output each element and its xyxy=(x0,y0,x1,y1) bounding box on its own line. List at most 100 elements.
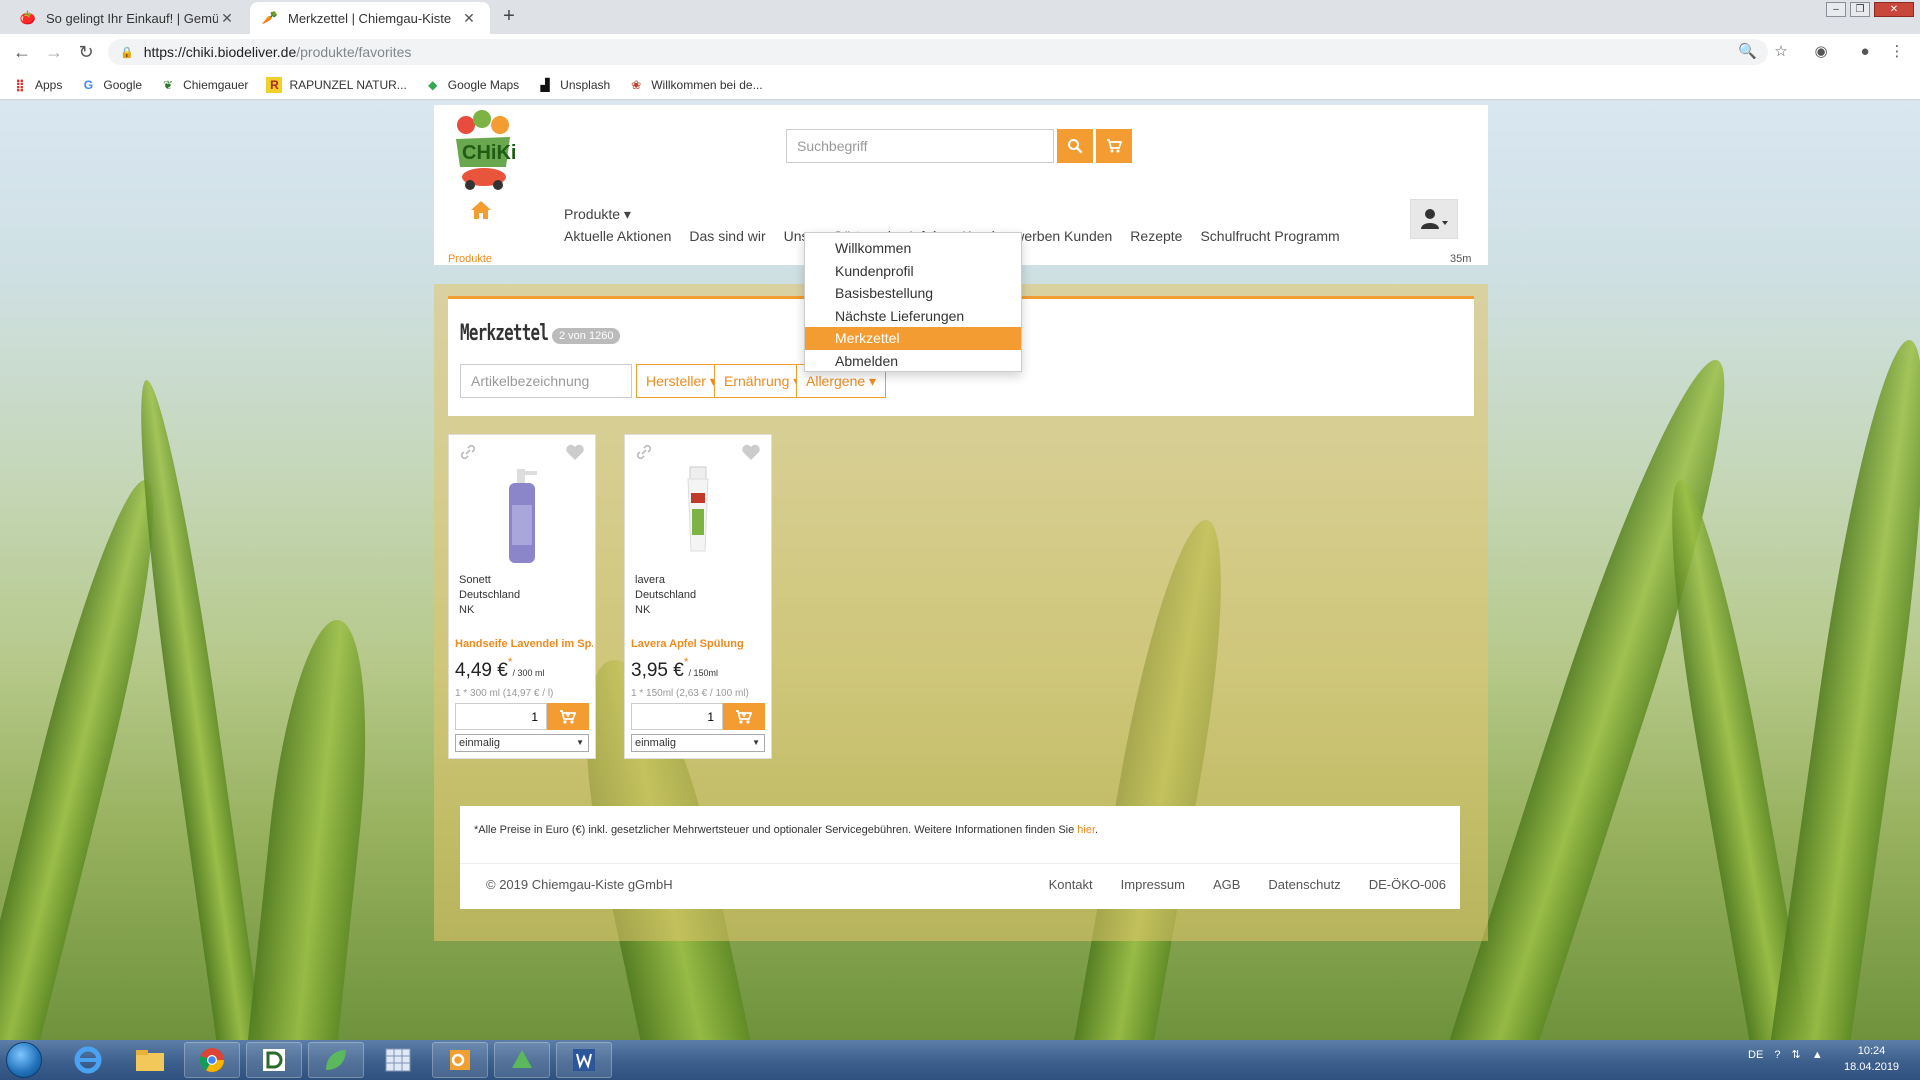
nav-rezepte[interactable]: Rezepte xyxy=(1130,228,1182,244)
product-manufacturer: lavera Deutschland NK xyxy=(635,573,696,618)
zoom-icon[interactable]: 🔍 xyxy=(1738,43,1757,61)
footer-link-impressum[interactable]: Impressum xyxy=(1121,877,1185,892)
restore-window-icon[interactable]: ❐ xyxy=(1850,2,1870,17)
user-menu-merkzettel[interactable]: Merkzettel xyxy=(805,327,1021,350)
system-tray: DE ? ⇅ ▲ xyxy=(1748,1048,1823,1061)
back-arrow-icon[interactable]: ← xyxy=(10,40,34,64)
quantity-input[interactable] xyxy=(455,703,547,730)
heart-icon[interactable] xyxy=(741,443,761,461)
add-to-cart-button[interactable] xyxy=(547,703,589,730)
minimize-window-icon[interactable]: – xyxy=(1826,2,1846,17)
chevron-down-icon: ▼ xyxy=(752,738,760,747)
browser-tab[interactable]: 🍅 So gelingt Ihr Einkauf! | Gemüsek ✕ xyxy=(8,2,248,34)
tray-expand-icon[interactable]: ▲ xyxy=(1812,1049,1823,1061)
bookmark-label: Chiemgauer xyxy=(183,77,249,92)
price-note-end: . xyxy=(1095,824,1099,836)
nav-produkte-dropdown[interactable]: Produkte ▾ xyxy=(564,206,631,223)
network-icon[interactable]: ⇅ xyxy=(1792,1049,1801,1061)
product-name[interactable]: Lavera Apfel Spülung xyxy=(631,638,769,650)
bookmark-star-icon[interactable]: ☆ xyxy=(1772,43,1790,61)
heart-icon[interactable] xyxy=(565,443,585,461)
close-tab-icon[interactable]: ✕ xyxy=(218,10,236,27)
product-origin: Deutschland xyxy=(459,589,521,601)
user-account-button[interactable] xyxy=(1410,199,1458,239)
product-image-handseife[interactable] xyxy=(487,465,557,565)
product-origin: Deutschland xyxy=(635,589,697,601)
user-menu-naechste-lieferungen[interactable]: Nächste Lieferungen xyxy=(805,305,1021,328)
language-indicator[interactable]: DE xyxy=(1748,1049,1763,1061)
product-card[interactable]: Sonett Deutschland NK Handseife Lavendel… xyxy=(448,434,596,759)
bookmark-rapunzel[interactable]: R RAPUNZEL NATUR... xyxy=(266,76,407,93)
frequency-select[interactable]: einmalig ▼ xyxy=(455,734,589,752)
profile-icon[interactable]: ● xyxy=(1856,43,1874,61)
product-card[interactable]: lavera Deutschland NK Lavera Apfel Spülu… xyxy=(624,434,772,759)
nav-das-sind-wir[interactable]: Das sind wir xyxy=(689,228,765,244)
bookmark-label: Unsplash xyxy=(560,77,611,92)
nav-schulfrucht-programm[interactable]: Schulfrucht Programm xyxy=(1200,228,1339,244)
filter-label: Hersteller xyxy=(646,372,706,389)
user-menu-willkommen[interactable]: Willkommen xyxy=(805,237,1021,260)
app-d-icon[interactable] xyxy=(246,1042,302,1078)
browser-menu-icon[interactable]: ⋮ xyxy=(1888,43,1906,61)
search-input[interactable] xyxy=(786,129,1054,163)
chiki-favicon-icon: 🥕 xyxy=(261,10,279,25)
close-tab-icon[interactable]: ✕ xyxy=(460,10,478,27)
product-price: 3,95 €*/ 150ml xyxy=(631,655,718,682)
word-icon[interactable] xyxy=(556,1042,612,1078)
footer-link-agb[interactable]: AGB xyxy=(1213,877,1240,892)
info-link[interactable]: hier xyxy=(1077,824,1095,836)
footer-link-kontakt[interactable]: Kontakt xyxy=(1049,877,1093,892)
clock[interactable]: 10:24 18.04.2019 xyxy=(1844,1043,1899,1075)
forward-arrow-icon[interactable]: → xyxy=(42,40,66,64)
link-icon[interactable] xyxy=(459,443,477,461)
product-unit-price: 1 * 150ml (2,63 € / 100 ml) xyxy=(631,688,749,699)
bookmark-google-maps[interactable]: ◆ Google Maps xyxy=(425,77,519,93)
footer-divider xyxy=(460,863,1460,864)
search-button[interactable] xyxy=(1057,129,1093,163)
bookmark-label: Apps xyxy=(35,77,63,92)
breadcrumb[interactable]: Produkte xyxy=(448,253,492,265)
bookmark-unsplash[interactable]: ▟ Unsplash xyxy=(537,77,611,93)
help-icon[interactable]: ? xyxy=(1774,1049,1780,1061)
price-asterisk: * xyxy=(683,655,689,669)
outlook-icon[interactable] xyxy=(432,1042,488,1078)
product-image-apfel-spuelung[interactable] xyxy=(663,465,733,565)
leaf-app-icon[interactable] xyxy=(308,1042,364,1078)
product-name[interactable]: Handseife Lavendel im Sp... xyxy=(455,638,593,650)
footer-link-oeko[interactable]: DE-ÖKO-006 xyxy=(1369,877,1446,892)
extension-icon[interactable]: ◉ xyxy=(1812,43,1830,61)
close-window-icon[interactable]: ✕ xyxy=(1874,2,1914,17)
link-icon[interactable] xyxy=(635,443,653,461)
internet-explorer-icon[interactable] xyxy=(60,1042,116,1078)
new-tab-icon[interactable]: + xyxy=(498,6,520,28)
article-filter-input[interactable] xyxy=(460,364,632,398)
apps-grid-icon: ⣿ xyxy=(15,77,25,92)
user-menu-abmelden[interactable]: Abmelden xyxy=(805,350,1021,373)
user-menu-kundenprofil[interactable]: Kundenprofil xyxy=(805,260,1021,283)
quantity-input[interactable] xyxy=(631,703,723,730)
nav-aktuelle-aktionen[interactable]: Aktuelle Aktionen xyxy=(564,228,671,244)
file-explorer-icon[interactable] xyxy=(122,1042,178,1078)
reload-icon[interactable]: ↻ xyxy=(74,40,98,64)
product-brand: Sonett xyxy=(459,574,491,586)
home-icon[interactable] xyxy=(470,200,492,220)
google-icon: G xyxy=(83,77,94,92)
address-bar[interactable]: 🔒 https://chiki.biodeliver.de/produkte/f… xyxy=(108,39,1768,65)
browser-tab-active[interactable]: 🥕 Merkzettel | Chiemgau-Kiste ✕ xyxy=(250,2,490,34)
frequency-select[interactable]: einmalig ▼ xyxy=(631,734,765,752)
bookmark-willkommen[interactable]: ❀ Willkommen bei de... xyxy=(628,77,762,93)
chrome-icon[interactable] xyxy=(184,1042,240,1078)
bookmark-google[interactable]: G Google xyxy=(80,77,142,93)
frequency-value: einmalig xyxy=(635,737,676,749)
copyright: © 2019 Chiemgau-Kiste gGmbH xyxy=(486,877,673,892)
start-button-icon[interactable] xyxy=(6,1042,42,1078)
cart-button[interactable] xyxy=(1096,129,1132,163)
user-menu-basisbestellung[interactable]: Basisbestellung xyxy=(805,282,1021,305)
bookmark-apps[interactable]: ⣿ Apps xyxy=(12,77,62,93)
chiki-app-icon[interactable] xyxy=(494,1042,550,1078)
add-to-cart-button[interactable] xyxy=(723,703,765,730)
calculator-icon[interactable] xyxy=(370,1042,426,1078)
chiki-logo[interactable]: CHiKi xyxy=(448,109,520,191)
footer-link-datenschutz[interactable]: Datenschutz xyxy=(1268,877,1340,892)
bookmark-chiemgauer[interactable]: ❦ Chiemgauer xyxy=(160,77,248,93)
